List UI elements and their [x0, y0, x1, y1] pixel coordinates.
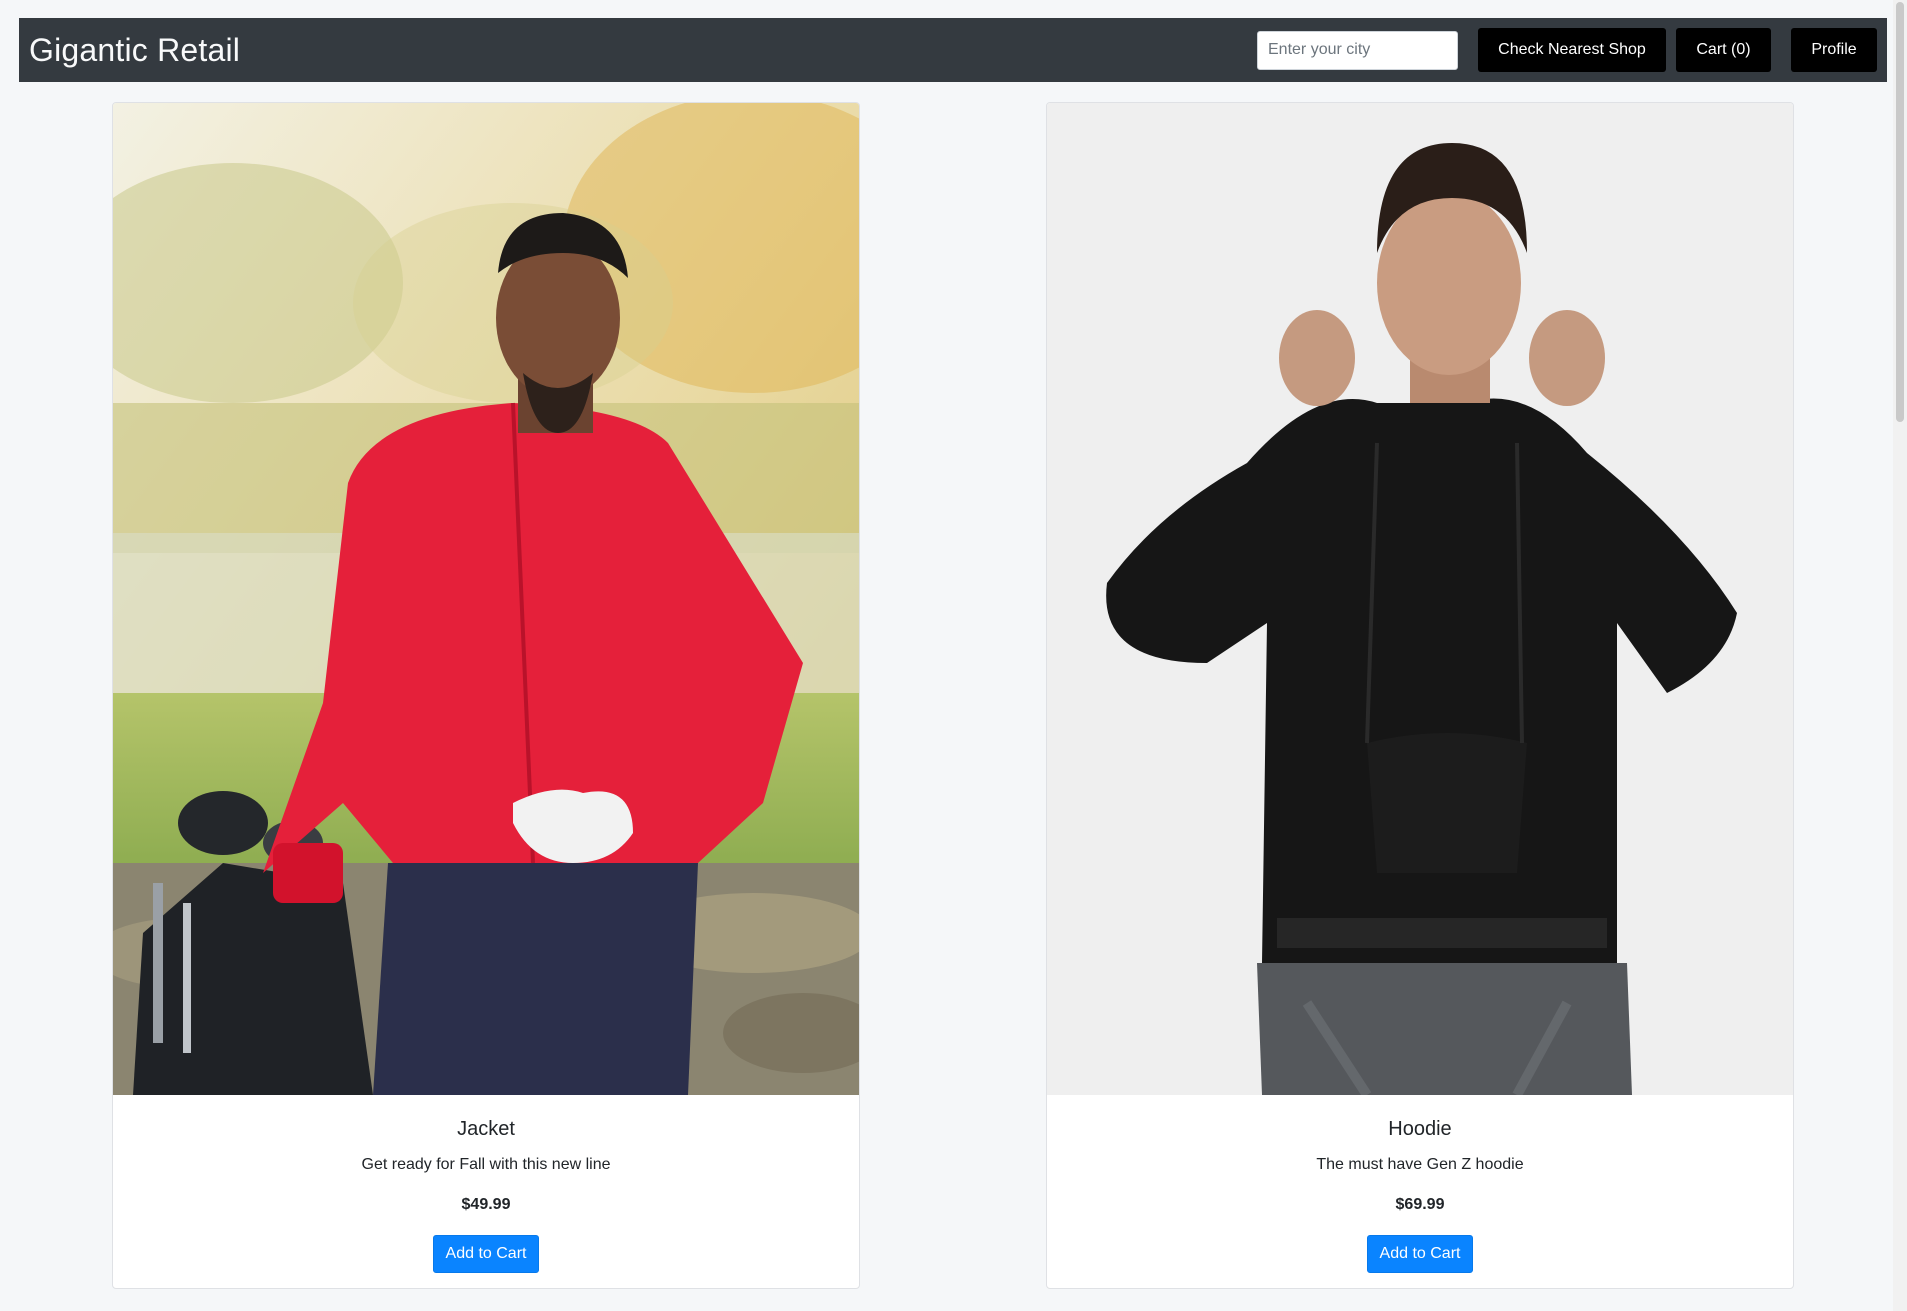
navbar-actions: Check Nearest Shop Cart (0) Profile: [1257, 28, 1877, 72]
product-price: $49.99: [461, 1196, 511, 1213]
product-name: Hoodie: [1388, 1118, 1452, 1140]
product-price: $69.99: [1395, 1196, 1445, 1213]
product-description: Get ready for Fall with this new line: [361, 1156, 611, 1173]
profile-button[interactable]: Profile: [1791, 28, 1877, 72]
top-navbar: Gigantic Retail Check Nearest Shop Cart …: [19, 18, 1887, 82]
page-scrollbar[interactable]: [1893, 0, 1907, 1311]
scrollbar-thumb[interactable]: [1896, 2, 1904, 422]
product-description: The must have Gen Z hoodie: [1316, 1156, 1524, 1173]
product-card-jacket: Jacket Get ready for Fall with this new …: [112, 102, 860, 1289]
product-info-jacket: Jacket Get ready for Fall with this new …: [113, 1117, 859, 1273]
add-to-cart-button-hoodie[interactable]: Add to Cart: [1366, 1235, 1474, 1273]
cart-button[interactable]: Cart (0): [1676, 28, 1771, 72]
add-to-cart-button-jacket[interactable]: Add to Cart: [432, 1235, 540, 1273]
product-info-hoodie: Hoodie The must have Gen Z hoodie $69.99…: [1047, 1117, 1793, 1273]
product-image-jacket[interactable]: [113, 103, 859, 1095]
product-name: Jacket: [457, 1118, 515, 1140]
product-image-hoodie[interactable]: [1047, 103, 1793, 1095]
product-card-hoodie: Hoodie The must have Gen Z hoodie $69.99…: [1046, 102, 1794, 1289]
city-input[interactable]: [1257, 30, 1458, 70]
brand-title[interactable]: Gigantic Retail: [29, 32, 240, 69]
check-nearest-shop-button[interactable]: Check Nearest Shop: [1478, 28, 1666, 72]
